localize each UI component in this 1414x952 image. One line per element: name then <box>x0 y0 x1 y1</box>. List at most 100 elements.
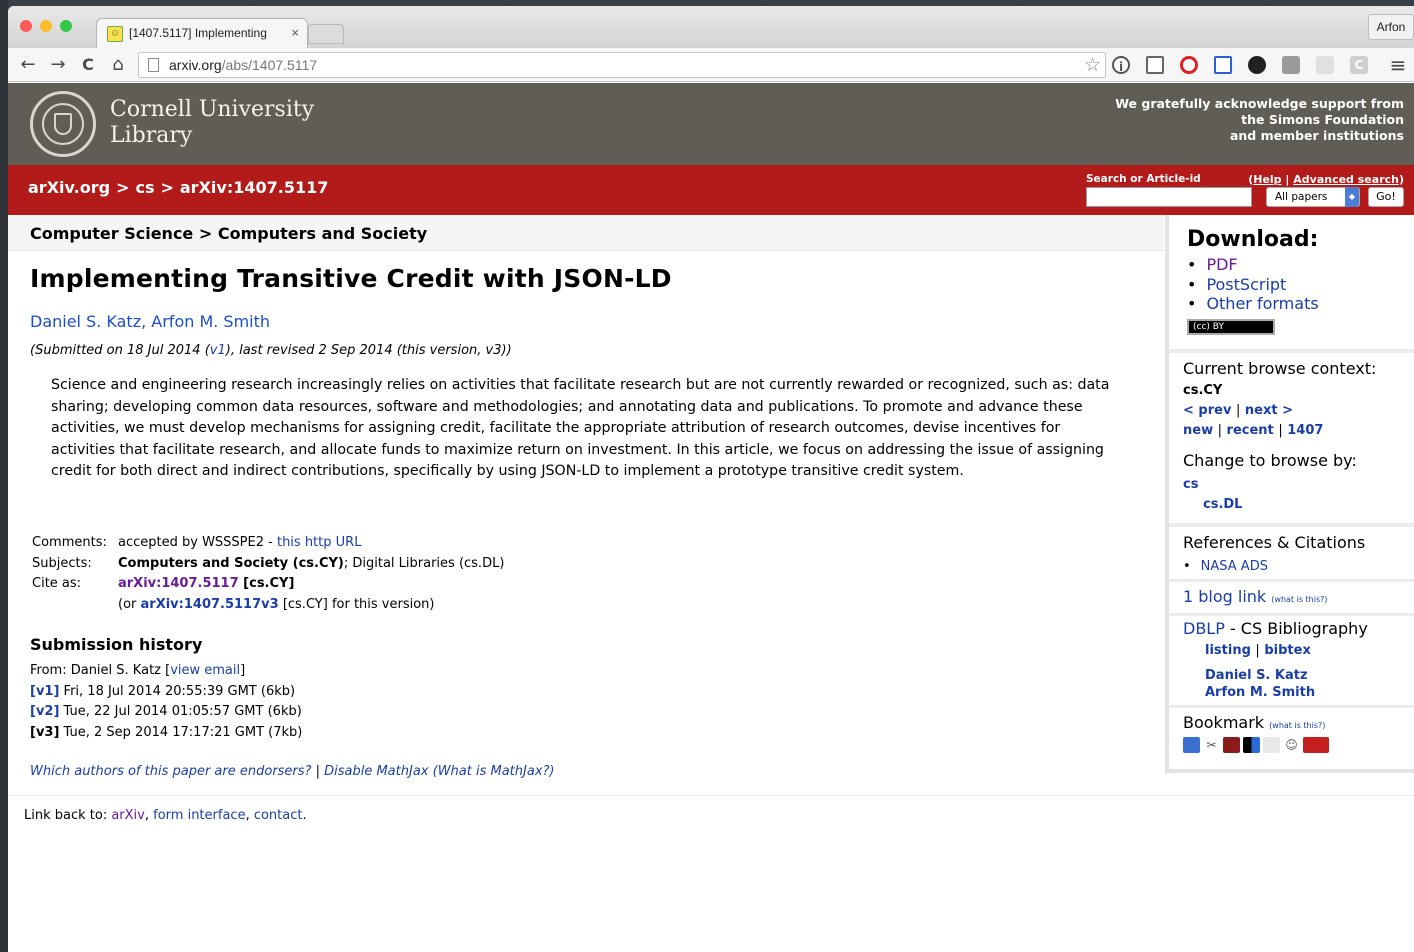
browse-context-label: Current browse context: <box>1183 359 1377 378</box>
bookmark-what-link[interactable]: (what is this?) <box>1269 721 1325 730</box>
browse-csdl-item: cs.DL <box>1183 495 1376 515</box>
version-link[interactable]: [v2] <box>30 704 59 719</box>
v1-link[interactable]: v1 <box>210 343 226 358</box>
connotea-icon[interactable] <box>1223 737 1240 753</box>
back-arrow-icon[interactable]: ← <box>16 53 40 77</box>
pipe: | <box>1278 423 1283 438</box>
breadcrumb-cs[interactable]: cs <box>135 178 154 197</box>
version-link[interactable]: [v1] <box>30 684 59 699</box>
download-heading: Download: <box>1187 227 1319 252</box>
pipe: | <box>1255 643 1260 658</box>
advanced-search-link[interactable]: Advanced search <box>1293 173 1399 186</box>
dblp-author-link[interactable]: Arfon M. Smith <box>1205 685 1315 700</box>
dark-circle-extension-icon[interactable] <box>1248 56 1266 74</box>
digg-icon[interactable] <box>1263 737 1280 753</box>
endorsers-link[interactable]: Which authors of this paper are endorser… <box>30 764 311 779</box>
citeulike-icon[interactable]: ✂ <box>1203 737 1220 753</box>
subject-heading: Computer Science > Computers and Society <box>8 215 1164 251</box>
subjects-label: Subjects: <box>32 555 92 571</box>
new-link[interactable]: new <box>1183 423 1213 438</box>
forward-arrow-icon[interactable]: → <box>46 53 70 77</box>
from-text: From: Daniel S. Katz [ <box>30 663 171 678</box>
view-email-link[interactable]: view email <box>170 663 240 678</box>
cornell-seal-icon[interactable] <box>30 91 96 157</box>
cite-label: Cite as: <box>32 576 82 592</box>
footer-form-link[interactable]: form interface <box>153 808 245 823</box>
disable-mathjax-link[interactable]: Disable MathJax <box>324 764 428 779</box>
browse-csdl-link[interactable]: cs.DL <box>1203 497 1242 512</box>
info-extension-icon[interactable]: i <box>1112 56 1130 74</box>
sidebar-divider <box>1169 523 1414 527</box>
browser-toolbar: ← → C ⌂ arxiv.org/abs/1407.5117 ☆ i C ≡ <box>8 48 1414 82</box>
recent-link[interactable]: recent <box>1227 423 1274 438</box>
light-extension-icon[interactable] <box>1316 56 1334 74</box>
opera-extension-icon[interactable] <box>1180 56 1198 74</box>
reddit-icon[interactable]: ☺ <box>1283 737 1300 753</box>
browse-cs-link[interactable]: cs <box>1183 477 1198 492</box>
pdf-link[interactable]: PDF <box>1206 255 1237 274</box>
screenshot-extension-icon[interactable] <box>1214 56 1232 74</box>
blog-what-link[interactable]: (what is this?) <box>1271 595 1327 604</box>
listing-link[interactable]: listing <box>1205 643 1251 658</box>
reload-icon[interactable]: C <box>76 53 100 77</box>
author-link[interactable]: Arfon M. Smith <box>151 312 270 331</box>
breadcrumb-paper-id[interactable]: arXiv:1407.5117 <box>180 178 328 197</box>
simons-acknowledgement[interactable]: We gratefully acknowledge support from t… <box>1115 96 1404 144</box>
seal-inner-ring <box>42 103 84 145</box>
footer-contact-link[interactable]: contact <box>254 808 303 823</box>
prev-link[interactable]: < prev <box>1183 403 1231 418</box>
version-date: Tue, 22 Jul 2014 01:05:57 GMT (6kb) <box>59 704 302 720</box>
month-link[interactable]: 1407 <box>1287 423 1323 438</box>
sciencewise-icon[interactable] <box>1303 737 1329 753</box>
cite-version-link[interactable]: arXiv:1407.5117v3 <box>141 597 279 612</box>
search-go-button[interactable]: Go! <box>1368 187 1404 207</box>
submitted-text: (Submitted on 18 Jul 2014 ( <box>30 343 210 358</box>
what-is-mathjax-link[interactable]: (What is MathJax?) <box>428 764 555 779</box>
submission-history: From: Daniel S. Katz [view email] [v1] F… <box>30 661 302 743</box>
nasa-ads-link[interactable]: NASA ADS <box>1201 559 1268 574</box>
search-scope-select[interactable]: All papers ◆ <box>1266 187 1360 207</box>
author-link[interactable]: Daniel S. Katz <box>30 312 141 331</box>
breadcrumb-arxiv[interactable]: arXiv.org <box>28 178 110 197</box>
references-list: NASA ADS <box>1183 557 1365 577</box>
browser-tab-active[interactable]: ☺ [1407.5117] Implementing × <box>96 18 308 48</box>
postscript-link[interactable]: PostScript <box>1206 275 1286 294</box>
gray-extension-icon[interactable] <box>1282 56 1300 74</box>
menu-icon[interactable]: ≡ <box>1386 53 1410 77</box>
bookmark-star-icon[interactable]: ☆ <box>1084 54 1101 76</box>
address-bar[interactable]: arxiv.org/abs/1407.5117 ☆ <box>138 52 1106 78</box>
window-minimize-button[interactable] <box>40 20 52 32</box>
other-formats-link[interactable]: Other formats <box>1206 294 1318 313</box>
desktop-edge <box>0 0 8 952</box>
footer-arxiv-link[interactable]: arXiv <box>111 808 145 823</box>
url-text: arxiv.org/abs/1407.5117 <box>169 57 317 73</box>
blog-link[interactable]: 1 blog link <box>1183 587 1266 606</box>
delicious-icon[interactable] <box>1243 737 1260 753</box>
dblp-heading: DBLP - CS Bibliography <box>1183 619 1368 639</box>
next-link[interactable]: next > <box>1245 403 1293 418</box>
search-input[interactable] <box>1086 187 1252 207</box>
bibtex-link[interactable]: bibtex <box>1264 643 1310 658</box>
window-maximize-button[interactable] <box>60 20 72 32</box>
home-icon[interactable]: ⌂ <box>106 53 130 77</box>
bibsonomy-icon[interactable] <box>1183 737 1200 753</box>
primary-subject: Computers and Society (cs.CY) <box>118 555 344 571</box>
tab-close-icon[interactable]: × <box>291 25 299 40</box>
dblp-author-link[interactable]: Daniel S. Katz <box>1205 668 1308 683</box>
new-tab-button[interactable] <box>308 24 344 44</box>
dblp-tools: listing | bibtex <box>1183 641 1368 661</box>
window-close-button[interactable] <box>20 20 32 32</box>
cc-license-badge[interactable]: (cc) BY <box>1187 318 1275 335</box>
cite-id-link[interactable]: arXiv:1407.5117 <box>118 576 239 591</box>
help-link[interactable]: Help <box>1253 173 1281 186</box>
comments-url-link[interactable]: this http URL <box>277 535 361 550</box>
dblp-link[interactable]: DBLP <box>1183 619 1225 638</box>
bookmark-icons: ✂ ☺ <box>1183 737 1329 753</box>
endorse-sep: | <box>311 764 325 779</box>
link-back-label: Link back to: <box>24 808 112 823</box>
reference-item: NASA ADS <box>1183 557 1365 577</box>
cast-extension-icon[interactable] <box>1146 56 1164 74</box>
cornell-library-name[interactable]: Cornell University Library <box>110 97 314 149</box>
profile-button[interactable]: Arfon <box>1368 14 1414 40</box>
c-extension-icon[interactable]: C <box>1350 56 1368 74</box>
